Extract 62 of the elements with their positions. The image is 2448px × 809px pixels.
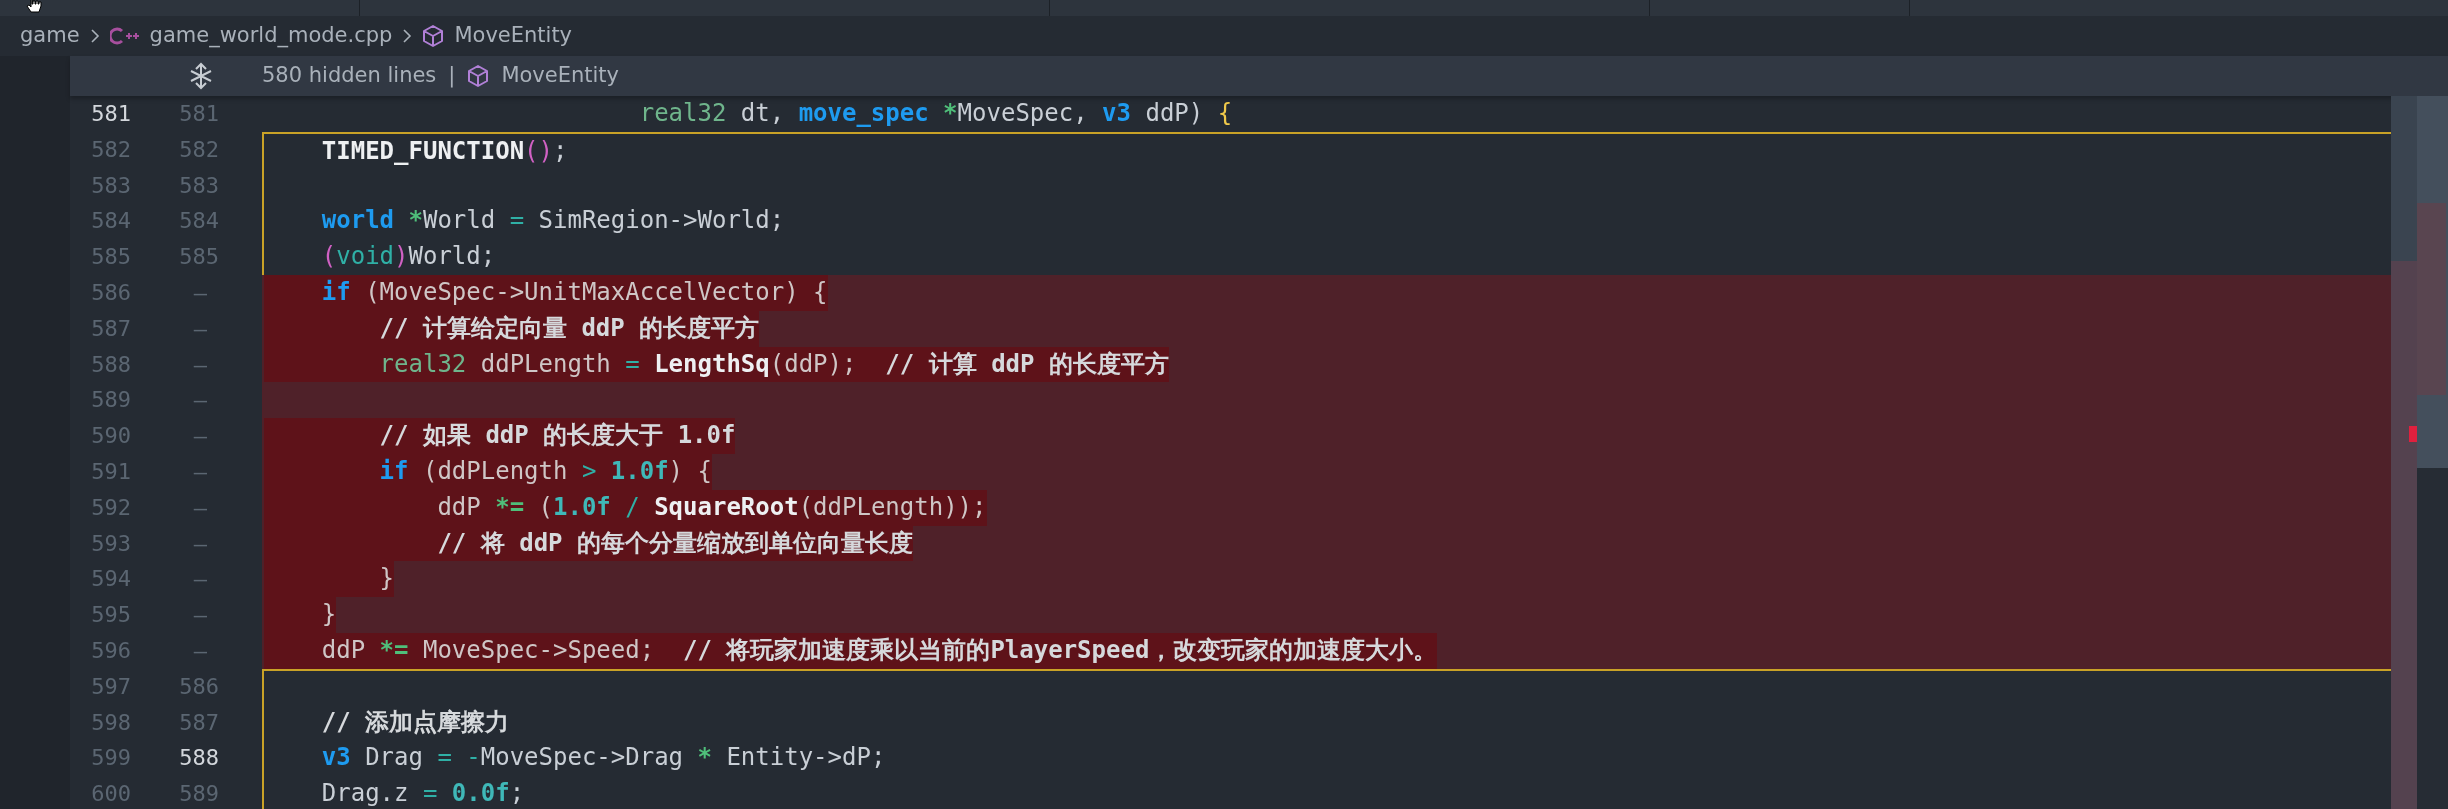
removed-marker: — (192, 422, 208, 451)
cube-icon (422, 24, 445, 48)
removed-marker: — (192, 493, 208, 522)
line-number: 584 (178, 207, 219, 236)
code-line: (void)World; (320, 241, 496, 273)
line-number: 597 (90, 672, 131, 701)
unfold-icon (188, 62, 214, 90)
line-number: 594 (90, 565, 131, 594)
line-number: 583 (90, 171, 131, 200)
line-number: 590 (90, 422, 131, 451)
separator: | (448, 62, 456, 90)
cube-icon (467, 64, 490, 88)
removed-marker: — (192, 279, 208, 307)
scrollbar-thumb[interactable] (2417, 96, 2448, 468)
line-number: 599 (90, 744, 131, 773)
line-number: 598 (90, 708, 131, 737)
code-line: Drag.z = 0.0f; (320, 778, 525, 809)
hidden-lines-bar[interactable]: 580 hidden lines | MoveEntity (70, 56, 2448, 96)
line-number: 589 (178, 780, 219, 809)
line-number: 581 (178, 100, 219, 128)
line-number: 581 (90, 100, 131, 128)
line-number: 596 (90, 636, 131, 665)
line-number: 588 (90, 350, 131, 379)
line-number: 600 (90, 780, 131, 809)
pointer-cursor-icon (26, 0, 42, 16)
removed-marker: — (192, 457, 208, 486)
symbol-label: MoveEntity (501, 62, 619, 90)
line-number: 583 (178, 171, 219, 200)
line-number: 582 (90, 135, 131, 164)
code-line: world *World = SimRegion->World; (320, 205, 785, 237)
line-number: 587 (178, 708, 219, 737)
removed-marker: — (192, 350, 208, 379)
breadcrumb-item[interactable]: game_world_mode.cpp (149, 20, 393, 52)
code-line: real32 dt, move_spec *MoveSpec, v3 ddP) { (638, 98, 1233, 129)
cpp-file-icon (109, 27, 140, 45)
line-number: 582 (178, 135, 219, 164)
line-number: 593 (90, 529, 131, 558)
removed-marker: — (192, 601, 208, 630)
code-line: // 添加点摩擦力 (320, 706, 510, 738)
removed-marker: — (192, 565, 208, 594)
removed-marker: — (192, 529, 208, 558)
line-number: 585 (178, 243, 219, 272)
code-line: v3 Drag = -MoveSpec->Drag * Entity->dP; (320, 742, 886, 774)
line-number: 589 (90, 386, 131, 415)
line-number: 595 (90, 601, 131, 630)
line-number: 586 (178, 672, 219, 701)
line-number: 586 (90, 279, 131, 307)
line-number: 585 (90, 243, 131, 272)
code-line: TIMED_FUNCTION(); (320, 135, 568, 167)
hidden-lines-label: 580 hidden lines (262, 62, 437, 90)
line-number: 592 (90, 493, 131, 522)
breadcrumb-item[interactable]: game (20, 20, 80, 52)
line-number: 584 (90, 207, 131, 236)
line-number: 588 (178, 744, 219, 773)
removed-marker: — (192, 314, 208, 343)
chevron-icon (402, 28, 413, 44)
line-number: 591 (90, 457, 131, 486)
breadcrumb-item[interactable]: MoveEntity (454, 20, 573, 52)
chevron-icon (89, 28, 100, 44)
removed-marker: — (192, 636, 208, 665)
removed-marker: — (192, 386, 208, 415)
line-number: 587 (90, 314, 131, 343)
